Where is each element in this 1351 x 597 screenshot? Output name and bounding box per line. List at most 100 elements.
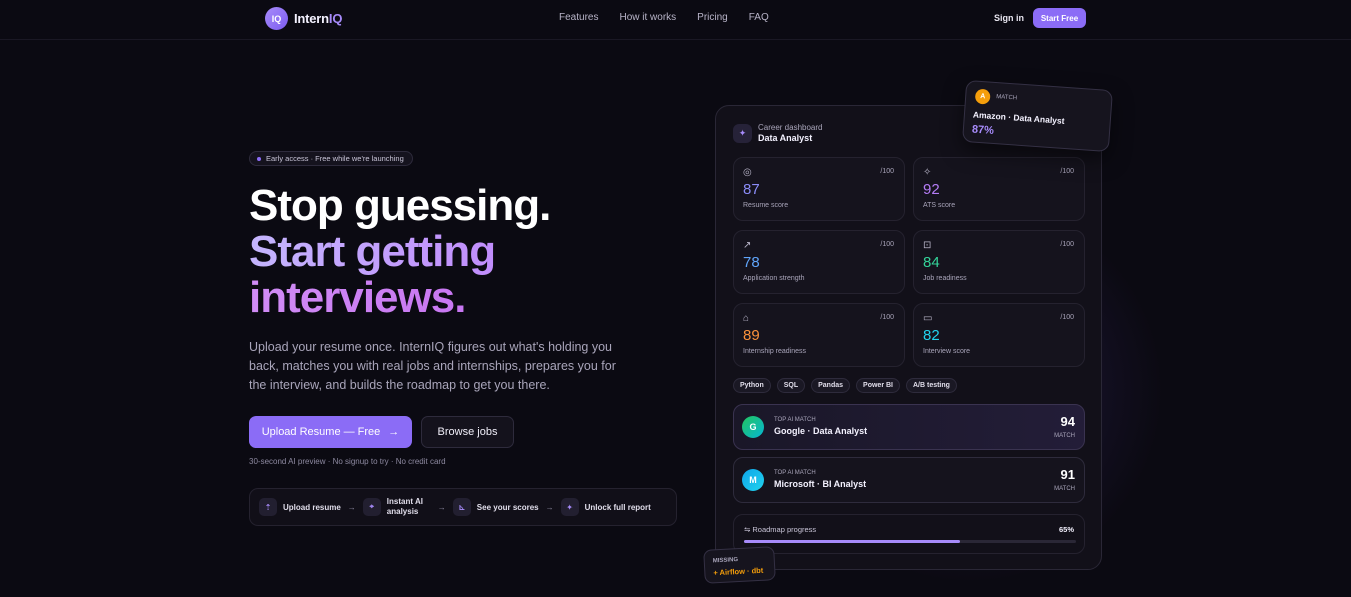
floating-missing-card: MISSING + Airflow · dbt [703,546,776,584]
arrow-right-icon: → [388,426,400,438]
graduation-icon: ⌂ [743,313,750,324]
dashboard-title: Data Analyst [758,133,813,143]
sparkle-icon: ✧ [923,167,932,178]
score-card-ats: ✧ /100 92 ATS score [913,157,1085,221]
score-max: /100 [1060,168,1074,175]
score-max: /100 [1060,314,1074,321]
match-label: MATCH [1054,486,1075,492]
microsoft-logo-icon: M [742,469,764,491]
score-value: 78 [743,254,760,271]
early-access-badge: Early access · Free while we're launchin… [249,151,413,166]
skill-tag: SQL [776,378,806,393]
nav-links: Features How it works Pricing FAQ [559,12,769,23]
skill-tag: Power BI [856,378,900,393]
step-analysis: ⌖ Instant AI analysis [362,497,431,517]
sign-in-link[interactable]: Sign in [994,13,1024,23]
upload-icon: ⇡ [259,498,277,516]
arrow-right-icon: → [437,502,446,512]
roadmap-progress: ⇋ Roadmap progress 65% [733,514,1085,554]
match-card-google[interactable]: G TOP AI MATCH Google · Data Analyst 94 … [733,404,1085,450]
nav-link-pricing[interactable]: Pricing [697,12,728,23]
browse-jobs-button[interactable]: Browse jobs [421,416,514,448]
career-dashboard-card: ✦ Career dashboard Data Analyst ◎ /100 8… [715,105,1102,570]
logo-text: InternIQ [294,11,343,26]
match-name: Google · Data Analyst [774,426,868,436]
hero-headline: Stop guessing. Start getting interviews. [249,181,551,321]
float-match-name: Amazon · Data Analyst [972,109,1065,126]
match-card-microsoft[interactable]: M TOP AI MATCH Microsoft · BI Analyst 91… [733,457,1085,503]
match-score: 91 [1060,467,1075,482]
score-card-internship: ⌂ /100 89 Internship readiness [733,303,905,367]
step-label: Unlock full report [584,502,651,512]
nav-link-how-it-works[interactable]: How it works [619,12,676,23]
upload-resume-button[interactable]: Upload Resume — Free → [249,416,412,448]
score-value: 92 [923,181,940,198]
score-value: 89 [743,327,760,344]
hero-subtitle: Upload your resume once. InternIQ figure… [249,340,616,392]
score-max: /100 [880,314,894,321]
missing-kicker: MISSING [712,557,739,565]
match-score: 94 [1060,414,1075,429]
google-logo-icon: G [742,416,764,438]
headline-line-1: Stop guessing. [249,181,551,230]
chart-icon: ⊾ [452,498,471,516]
match-label: MATCH [1054,433,1075,439]
step-label: Upload resume [283,502,341,512]
float-match-kicker: MATCH [996,94,1018,102]
score-label: ATS score [923,202,956,209]
match-kicker: TOP AI MATCH [774,417,816,423]
amazon-logo-icon: A [974,88,991,105]
top-nav: IQ InternIQ Features How it works Pricin… [0,0,1351,40]
score-label: Job readiness [923,275,967,282]
step-unlock: ✦ Unlock full report [560,498,651,516]
step-label: Instant AI analysis [386,497,423,516]
logo[interactable]: IQ InternIQ [265,7,342,30]
score-label: Resume score [743,202,789,209]
floating-match-card: A MATCH Amazon · Data Analyst 87% [962,79,1113,153]
briefcase-icon: ⊡ [923,240,932,251]
trend-icon: ↗ [743,240,752,251]
nav-link-features[interactable]: Features [559,12,598,23]
fineprint: 30-second AI preview · No signup to try … [249,457,446,466]
score-card-interview: ▭ /100 82 Interview score [913,303,1085,367]
score-value: 87 [743,181,760,198]
score-max: /100 [1060,241,1074,248]
step-scores: ⊾ See your scores [452,498,539,516]
start-free-button[interactable]: Start Free [1033,8,1086,28]
logo-mark: IQ [265,7,288,30]
arrow-right-icon: → [545,502,554,512]
score-max: /100 [880,168,894,175]
score-label: Interview score [923,348,971,355]
headline-line-3: interviews. [249,275,550,321]
skill-tag: Pandas [811,378,851,393]
skill-tag: A/B testing [905,378,957,393]
upload-resume-label: Upload Resume — Free [261,426,381,438]
target-icon: ◎ [743,167,752,178]
progress-track [744,540,1076,543]
roadmap-label: ⇋ Roadmap progress [744,525,817,534]
headline-line-2: Start getting [249,229,550,275]
score-card-application: ↗ /100 78 Application strength [733,230,905,294]
match-name: Microsoft · BI Analyst [774,479,867,489]
score-label: Application strength [743,275,805,282]
skill-tag: Python [733,378,771,393]
step-label: See your scores [476,502,539,512]
chat-icon: ▭ [923,313,933,324]
score-card-resume: ◎ /100 87 Resume score [733,157,905,221]
scan-icon: ⌖ [362,498,381,516]
step-upload: ⇡ Upload resume [259,498,341,516]
missing-skills: + Airflow · dbt [713,565,764,578]
score-max: /100 [880,241,894,248]
score-label: Internship readiness [743,348,807,355]
nav-link-faq[interactable]: FAQ [749,12,769,23]
arrow-right-icon: → [347,502,356,512]
score-card-job-readiness: ⊡ /100 84 Job readiness [913,230,1085,294]
progress-fill [744,540,960,543]
float-match-percent: 87% [971,123,995,137]
score-value: 82 [923,327,940,344]
skill-tags: Python SQL Pandas Power BI A/B testing [733,378,957,393]
match-kicker: TOP AI MATCH [774,470,816,476]
steps-bar: ⇡ Upload resume → ⌖ Instant AI analysis … [249,488,677,526]
sparkle-icon: ✦ [733,124,752,143]
score-value: 84 [923,254,940,271]
